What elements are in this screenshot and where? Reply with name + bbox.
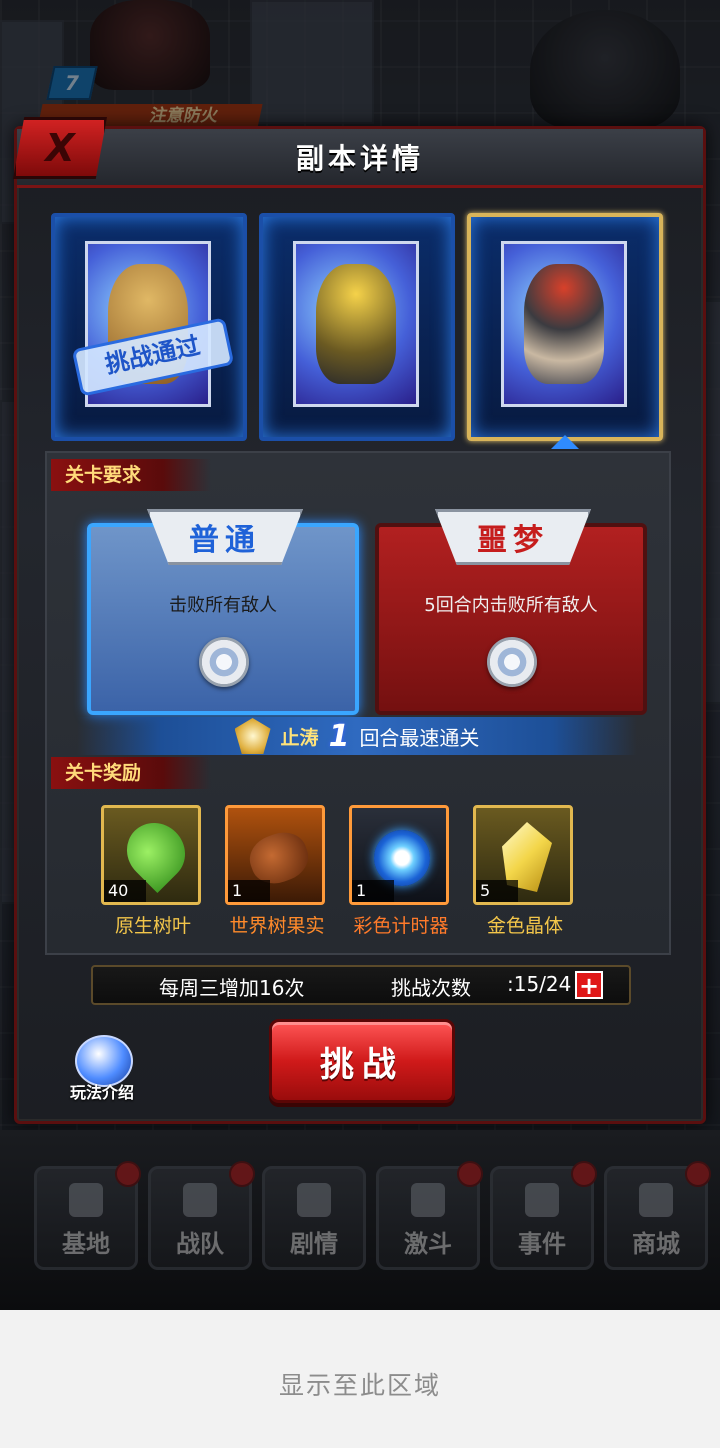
nav-label: 事件 bbox=[518, 1230, 566, 1258]
reward-icon-box: 1 bbox=[349, 805, 449, 905]
challenge-count-label: 挑战次数 bbox=[391, 976, 471, 1000]
reward-name: 金色晶体 bbox=[486, 915, 563, 937]
footer-text: 显示至此区域 bbox=[278, 1371, 441, 1400]
nav-label: 激斗 bbox=[404, 1230, 452, 1258]
reward-icon-box: 1 bbox=[225, 805, 325, 905]
help-label: 玩法介绍 bbox=[69, 1083, 134, 1102]
fastest-player: 止涛 bbox=[280, 726, 319, 749]
battle-icon bbox=[411, 1183, 445, 1217]
notification-dot bbox=[457, 1161, 483, 1187]
fastest-clear-bar: 止涛 1 回合最速通关 bbox=[77, 717, 637, 755]
boss-card-2[interactable] bbox=[259, 213, 455, 441]
weekly-refresh-note: 每周三增加16次 bbox=[159, 976, 305, 1000]
nav-item-battle[interactable]: 激斗 bbox=[376, 1161, 483, 1270]
close-icon: X bbox=[45, 126, 75, 170]
nav-label: 商城 bbox=[632, 1230, 680, 1258]
plus-icon: + bbox=[578, 972, 600, 1000]
footer-area: 显示至此区域 bbox=[0, 1310, 720, 1448]
selection-pointer-icon bbox=[551, 435, 579, 449]
reward-icon-box: 40 bbox=[101, 805, 201, 905]
story-icon bbox=[297, 1183, 331, 1217]
stage-info-area: 关卡要求 普通 击败所有敌人 噩梦 5回合内击败所有敌人 止涛 1 回合最速通关… bbox=[45, 451, 671, 955]
mode-nightmare-tab: 噩梦 bbox=[435, 509, 591, 565]
dialog-title: 副本详情 bbox=[295, 142, 424, 175]
nav-label: 剧情 bbox=[290, 1230, 338, 1258]
mode-normal-label: 普通 bbox=[189, 523, 261, 558]
nav-item-base[interactable]: 基地 bbox=[34, 1161, 141, 1270]
boss-card-1[interactable]: 挑战通过 bbox=[51, 213, 247, 441]
stage-detail-dialog: 副本详情 X 挑战通过 关卡要求 普通 击败所有敌人 噩梦 5回合内击败所有敌人… bbox=[13, 117, 706, 1124]
events-icon bbox=[525, 1183, 559, 1217]
notification-dot bbox=[115, 1161, 141, 1187]
mode-normal-desc: 击败所有敌人 bbox=[169, 595, 277, 616]
reward-item[interactable]: 5 金色晶体 bbox=[473, 805, 577, 938]
reward-item[interactable]: 1 彩色计时器 bbox=[349, 805, 453, 938]
reward-count: 1 bbox=[228, 880, 270, 902]
mode-nightmare-label: 噩梦 bbox=[477, 523, 549, 558]
nav-item-events[interactable]: 事件 bbox=[490, 1161, 597, 1270]
boss-portrait bbox=[501, 241, 627, 407]
close-button[interactable]: X bbox=[13, 117, 107, 179]
mode-normal-radio[interactable] bbox=[199, 637, 249, 687]
reward-item[interactable]: 40 原生树叶 bbox=[101, 805, 205, 938]
fastest-rounds: 1 bbox=[328, 718, 350, 754]
requirements-title: 关卡要求 bbox=[51, 459, 211, 491]
nav-item-story[interactable]: 剧情 bbox=[262, 1166, 366, 1270]
challenge-count-bar: 每周三增加16次 挑战次数 :15/24 + bbox=[91, 965, 631, 1005]
mode-normal-tab: 普通 bbox=[147, 509, 303, 565]
base-icon bbox=[69, 1183, 103, 1217]
nav-item-shop[interactable]: 商城 bbox=[604, 1161, 711, 1270]
reward-count: 1 bbox=[352, 880, 394, 902]
monster-figure bbox=[524, 264, 604, 384]
reward-count: 40 bbox=[104, 880, 146, 902]
mode-nightmare-card[interactable]: 噩梦 5回合内击败所有敌人 bbox=[375, 509, 647, 715]
mode-nightmare-radio[interactable] bbox=[487, 637, 537, 687]
mode-nightmare-desc: 5回合内击败所有敌人 bbox=[424, 595, 598, 616]
bottom-nav: 基地 战队 剧情 激斗 事件 商城 bbox=[0, 1130, 720, 1310]
nav-item-team[interactable]: 战队 bbox=[148, 1161, 255, 1270]
game-screen: 7 注意防火 副本详情 X 挑战通过 关卡要求 普通 击败所有敌人 噩梦 5回合… bbox=[0, 0, 720, 1310]
team-icon bbox=[183, 1183, 217, 1217]
reward-icon-box: 5 bbox=[473, 805, 573, 905]
nav-label: 战队 bbox=[176, 1230, 224, 1258]
reward-name: 原生树叶 bbox=[114, 915, 191, 937]
boss-portrait bbox=[293, 241, 419, 407]
notification-dot bbox=[571, 1161, 597, 1187]
mode-normal-card[interactable]: 普通 击败所有敌人 bbox=[87, 509, 359, 715]
notification-dot bbox=[229, 1161, 255, 1187]
notification-dot bbox=[685, 1161, 711, 1187]
reward-count: 5 bbox=[476, 880, 518, 902]
challenge-button[interactable]: 挑战 bbox=[269, 1019, 455, 1103]
crown-icon bbox=[234, 718, 271, 754]
gameplay-help-button[interactable]: 玩法介绍 bbox=[57, 1035, 147, 1111]
challenge-count-value: :15/24 bbox=[507, 972, 572, 996]
reward-name: 彩色计时器 bbox=[353, 915, 449, 937]
reward-name: 世界树果实 bbox=[229, 915, 325, 937]
shop-cart-icon bbox=[639, 1183, 673, 1217]
fastest-text: 回合最速通关 bbox=[359, 725, 480, 750]
dialog-titlebar: 副本详情 bbox=[17, 129, 703, 188]
nav-label: 基地 bbox=[62, 1230, 110, 1258]
rewards-title: 关卡奖励 bbox=[51, 757, 211, 789]
character-figure bbox=[316, 264, 396, 384]
reward-item[interactable]: 1 世界树果实 bbox=[225, 805, 329, 938]
add-attempts-button[interactable]: + bbox=[575, 971, 603, 999]
color-timer-icon bbox=[374, 830, 430, 886]
boss-card-3[interactable] bbox=[467, 213, 663, 441]
